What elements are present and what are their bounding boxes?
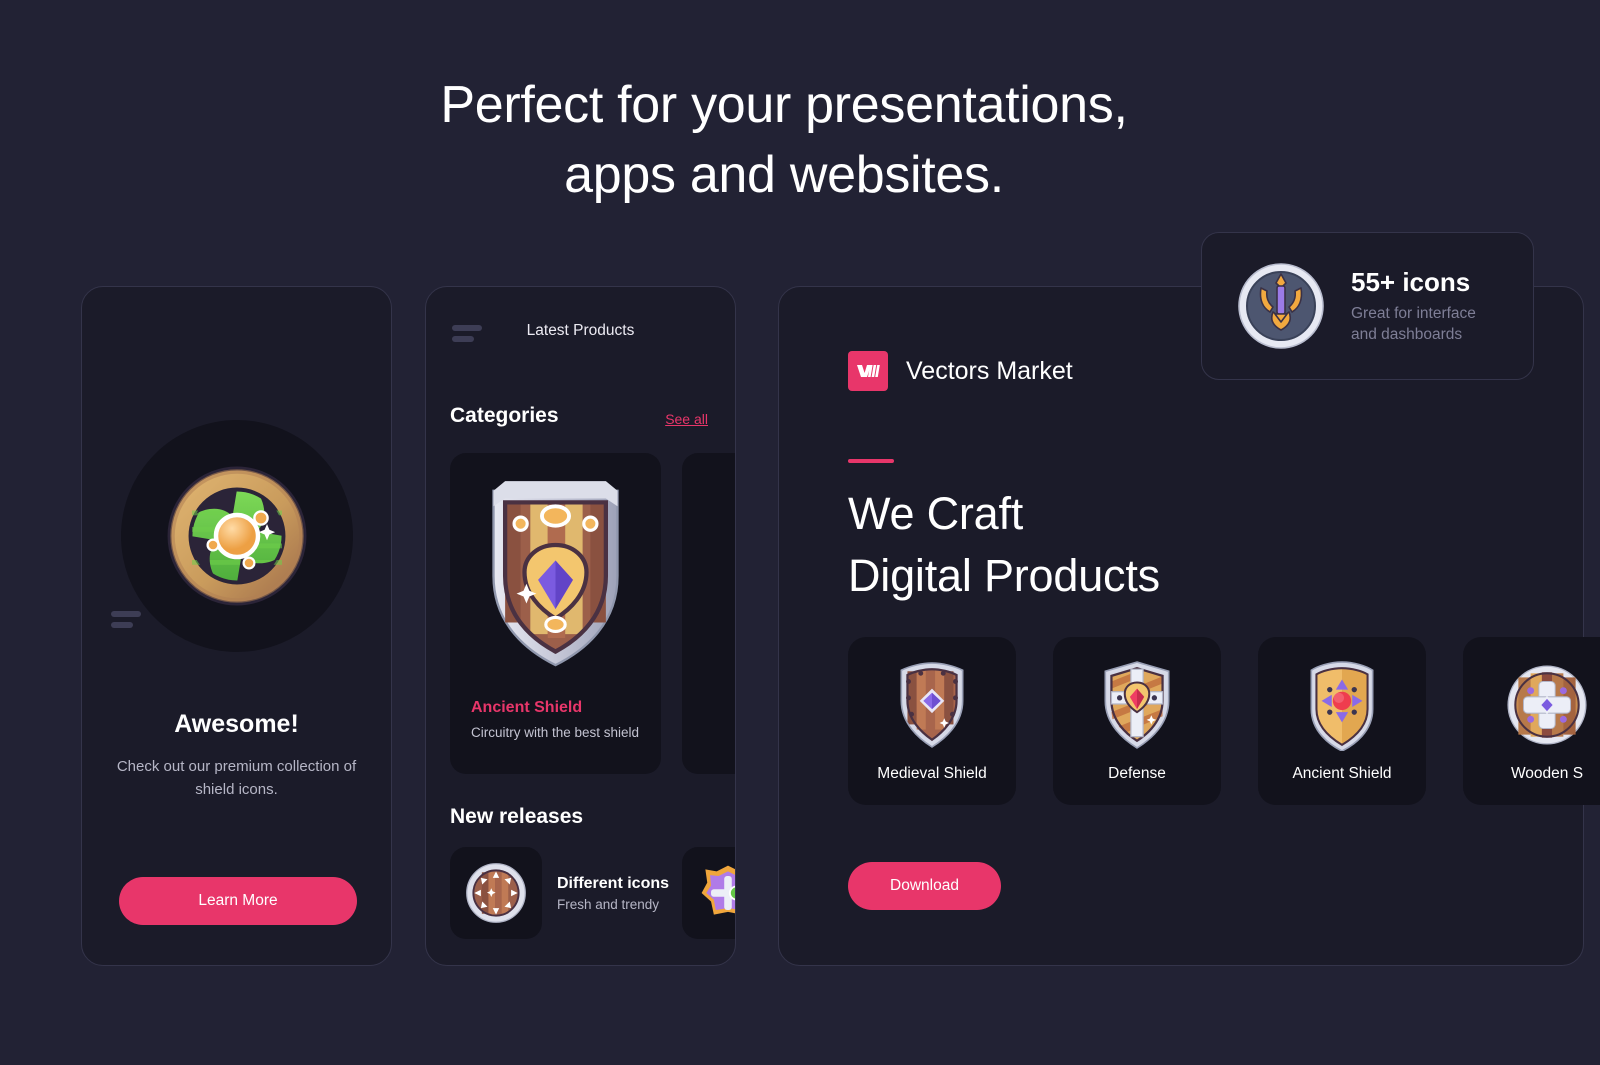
page-title: Perfect for your presentations, apps and…	[0, 70, 1568, 210]
categories-section-title: Categories	[450, 404, 559, 427]
latest-products-card: Latest Products Categories See all Ancie…	[425, 286, 736, 966]
category-icon-wrap	[450, 471, 661, 681]
vectors-market-logo-icon	[848, 351, 888, 391]
release-name: Different icons	[557, 874, 670, 892]
icon-label: Wooden S	[1510, 765, 1584, 782]
list-item[interactable]: Different icons Fresh and trendy	[450, 847, 669, 939]
page-title-line-2: apps and websites.	[564, 146, 1004, 205]
download-button[interactable]: Download	[848, 862, 1001, 910]
menu-bar-bottom	[111, 622, 133, 628]
awesome-title: Awesome!	[174, 710, 299, 738]
brand-row: Vectors Market	[848, 351, 1073, 391]
badge-text: 55+ icons Great for interface and dashbo…	[1351, 267, 1476, 346]
medieval-shield-icon	[900, 662, 964, 748]
release-text: Different icons Fresh and trendy	[557, 875, 669, 912]
page-root: Perfect for your presentations, apps and…	[0, 0, 1600, 1065]
vectors-market-panel: Vectors Market We Craft Digital Products	[778, 286, 1600, 966]
wooden-shield-icon	[1507, 665, 1587, 745]
brand-name: Vectors Market	[906, 356, 1073, 385]
release-subtitle: Fresh and trendy	[557, 896, 660, 912]
list-item[interactable]	[682, 847, 735, 939]
awesome-card: Awesome! Check out our premium collectio…	[81, 286, 392, 966]
menu-bar-top	[111, 611, 141, 617]
badge-subtitle: Great for interface and dashboards	[1351, 304, 1476, 346]
hamburger-menu-icon[interactable]	[111, 611, 141, 633]
icon-glyph	[890, 659, 974, 751]
trident-shield-icon	[1238, 263, 1324, 349]
category-card[interactable]	[682, 453, 735, 774]
icon-glyph	[1300, 659, 1384, 751]
icon-count-badge: 55+ icons Great for interface and dashbo…	[1201, 232, 1534, 380]
page-title-line-1: Perfect for your presentations,	[440, 76, 1128, 134]
badge-title: 55+ icons	[1351, 266, 1471, 297]
ancient-shield-icon	[1310, 661, 1374, 751]
release-thumb	[450, 847, 542, 939]
icon-grid: Medieval Shield Defense Ancient Shield W…	[848, 637, 1600, 805]
awesome-subtitle-line-1: Check out our premium	[116, 758, 273, 775]
category-card[interactable]: Ancient Shield Circuitry with the best s…	[450, 453, 661, 774]
awesome-subtitle: Check out our premium collection of shie…	[110, 755, 363, 802]
learn-more-button[interactable]: Learn More	[119, 877, 357, 925]
round-wooden-shield-icon	[466, 863, 526, 923]
latest-products-header: Latest Products	[526, 322, 635, 339]
icon-glyph	[1095, 659, 1179, 751]
icon-label: Defense	[1108, 765, 1166, 782]
new-releases-section-title: New releases	[450, 805, 584, 828]
see-all-link[interactable]: See all	[665, 411, 708, 427]
purple-shield-icon	[701, 865, 735, 915]
category-description: Circuitry with the best shield	[471, 725, 640, 740]
accent-divider	[848, 459, 894, 463]
icon-glyph	[1505, 659, 1589, 751]
green-round-shield-icon	[167, 466, 306, 606]
panel-heading-line-1: We Craft	[848, 488, 1024, 539]
category-name: Ancient Shield	[471, 699, 583, 716]
badge-subtitle-line-2: and dashboards	[1351, 325, 1463, 343]
hero-icon-backdrop	[120, 420, 353, 652]
panel-heading: We Craft Digital Products	[848, 483, 1160, 607]
release-thumb	[682, 847, 735, 939]
icon-tile-medieval-shield[interactable]: Medieval Shield	[848, 637, 1016, 805]
logo-glyph	[857, 365, 880, 377]
ancient-wooden-shield-icon	[492, 481, 619, 667]
panel-heading-line-2: Digital Products	[848, 550, 1160, 602]
icon-label: Ancient Shield	[1292, 765, 1392, 782]
badge-subtitle-line-1: Great for interface	[1351, 304, 1476, 322]
defense-shield-icon	[1104, 661, 1170, 749]
icon-tile-ancient-shield[interactable]: Ancient Shield	[1258, 637, 1426, 805]
icon-tile-wooden-shield[interactable]: Wooden S	[1463, 637, 1600, 805]
icon-tile-defense[interactable]: Defense	[1053, 637, 1221, 805]
icon-label: Medieval Shield	[877, 765, 987, 782]
